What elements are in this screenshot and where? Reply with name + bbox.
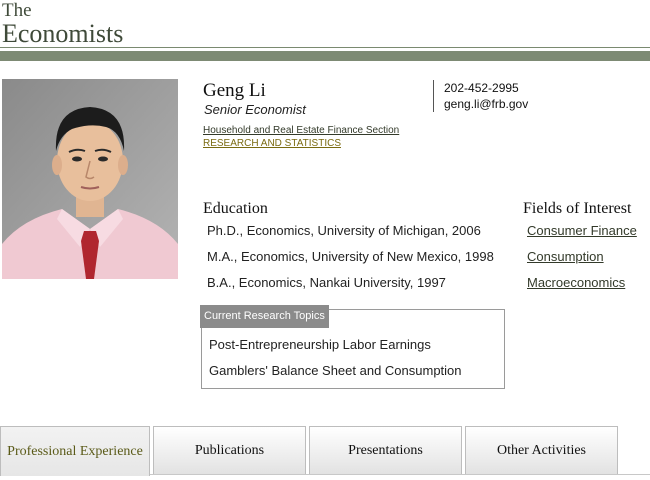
research-topic-item: Post-Entrepreneurship Labor Earnings [209, 337, 431, 352]
tab-publications[interactable]: Publications [153, 426, 306, 474]
education-heading: Education [203, 200, 268, 217]
profile-name: Geng Li [203, 80, 266, 101]
field-link-consumer-finance[interactable]: Consumer Finance [527, 223, 637, 238]
education-item: B.A., Economics, Nankai University, 1997 [207, 275, 446, 290]
page-header: The Economists [0, 0, 650, 62]
education-item: M.A., Economics, University of New Mexic… [207, 249, 494, 264]
division-link[interactable]: RESEARCH AND STATISTICS [203, 138, 341, 149]
contact-divider [433, 80, 434, 112]
tab-other-activities[interactable]: Other Activities [465, 426, 618, 474]
education-item: Ph.D., Economics, University of Michigan… [207, 223, 481, 238]
section-link[interactable]: Household and Real Estate Finance Sectio… [203, 125, 399, 136]
header-title-line1: The [2, 0, 32, 21]
field-link-consumption[interactable]: Consumption [527, 249, 604, 264]
header-title-line2: Economists [2, 19, 124, 48]
email-address: geng.li@frb.gov [444, 97, 529, 111]
profile-photo [2, 79, 178, 279]
field-link-macroeconomics[interactable]: Macroeconomics [527, 275, 625, 290]
tab-professional-experience[interactable]: Professional Experience [0, 426, 150, 476]
profile-title: Senior Economist [204, 102, 306, 117]
research-topic-item: Gamblers' Balance Sheet and Consumption [209, 363, 462, 378]
phone-number: 202-452-2995 [444, 81, 519, 95]
portrait-image [2, 79, 178, 279]
tab-presentations[interactable]: Presentations [309, 426, 462, 474]
header-bar [0, 51, 650, 61]
fields-of-interest-heading: Fields of Interest [523, 200, 632, 217]
research-topics-label: Current Research Topics [200, 305, 329, 328]
header-divider [0, 47, 650, 48]
